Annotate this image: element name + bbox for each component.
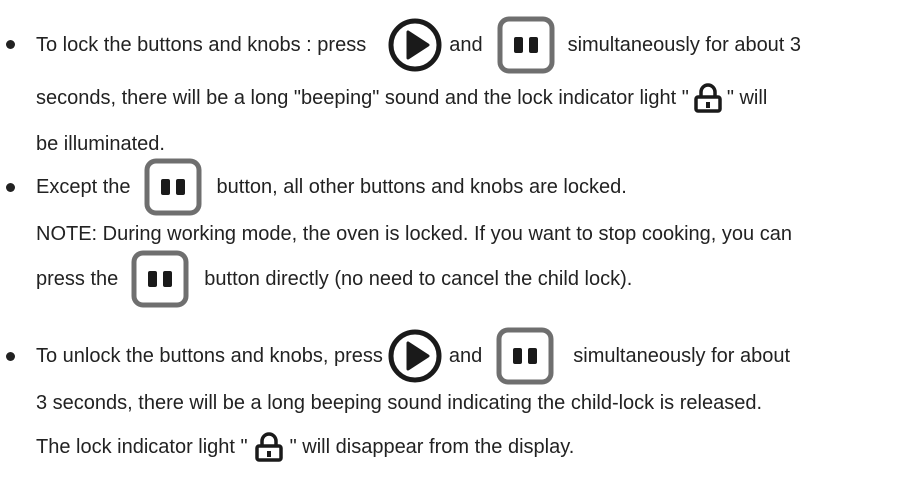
- bullet1-text: To lock the buttons and knobs : press: [36, 33, 367, 56]
- bullet3-text: To unlock the buttons and knobs, press: [36, 344, 383, 367]
- note-text: button directly (no need to cancel the c…: [204, 267, 633, 290]
- note-text: NOTE: During working mode, the oven is l…: [36, 222, 792, 245]
- bullet1-line2: seconds, there will be a long "beeping" …: [36, 78, 767, 118]
- pause-icon: [143, 157, 203, 217]
- bullet3-line1: To unlock the buttons and knobs, press a…: [36, 327, 791, 385]
- note-line2: press the button directly (no need to ca…: [36, 250, 633, 308]
- bullet3-line3: The lock indicator light " " will disapp…: [36, 427, 574, 467]
- bullet1-text: seconds, there will be a long "beeping" …: [36, 86, 689, 109]
- bullet-dot: [6, 183, 15, 192]
- bullet1-and: and: [449, 33, 483, 56]
- bullet3-and: and: [448, 344, 483, 367]
- bullet2-line1: Except the button, all other buttons and…: [36, 158, 627, 216]
- bullet2-text: Except the: [36, 175, 131, 198]
- bullet3-line2: 3 seconds, there will be a long beeping …: [36, 383, 762, 423]
- pause-icon: [496, 15, 556, 75]
- bullet3-text: simultaneously for about: [573, 344, 791, 367]
- bullet3-text: The lock indicator light ": [36, 435, 248, 458]
- bullet1-text: simultaneously for about 3: [567, 33, 802, 56]
- lock-icon: [693, 83, 723, 113]
- bullet3-text: " will disappear from the display.: [289, 435, 575, 458]
- pause-icon: [130, 249, 190, 309]
- note-line1: NOTE: During working mode, the oven is l…: [36, 214, 792, 254]
- pause-icon: [495, 326, 555, 386]
- play-icon: [387, 328, 443, 384]
- bullet-dot: [6, 352, 15, 361]
- note-text: press the: [36, 267, 119, 290]
- bullet1-text: be illuminated.: [36, 132, 165, 155]
- bullet1-line1: To lock the buttons and knobs : press an…: [36, 16, 802, 74]
- play-icon: [387, 17, 443, 73]
- bullet2-text: button, all other buttons and knobs are …: [216, 175, 627, 198]
- bullet3-text: 3 seconds, there will be a long beeping …: [36, 391, 763, 414]
- lock-icon: [254, 432, 284, 462]
- bullet1-text: " will: [726, 86, 768, 109]
- bullet-dot: [6, 40, 15, 49]
